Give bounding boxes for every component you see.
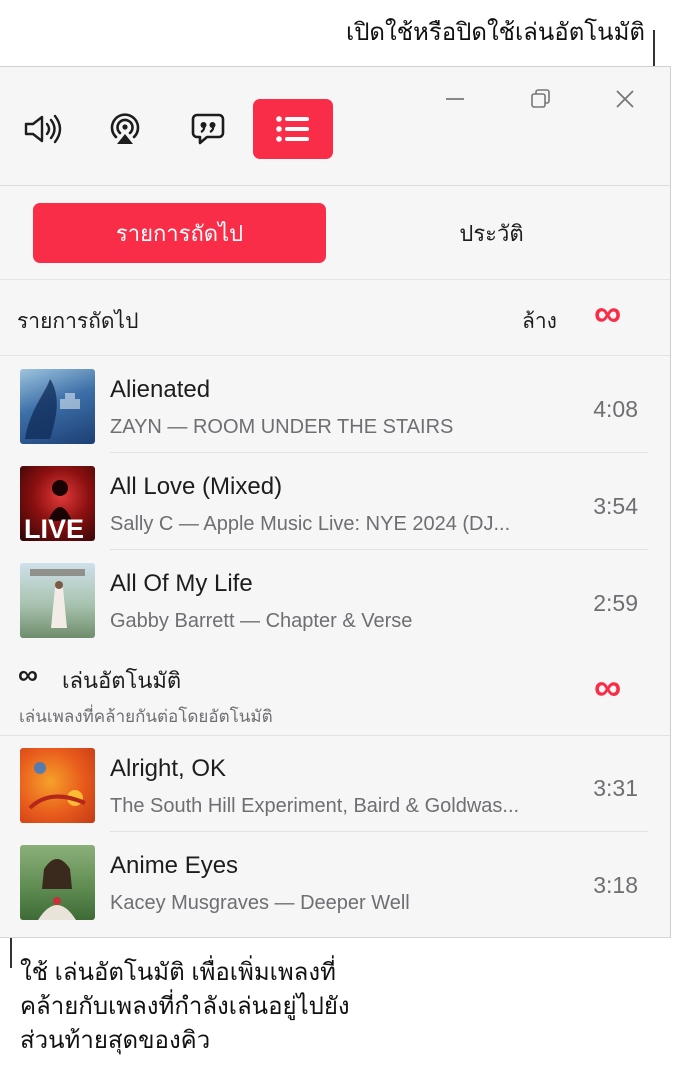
song-duration: 4:08 — [593, 396, 638, 422]
album-art-live-text: LIVE — [24, 514, 84, 541]
autoplay-section-header: ∞ เล่นอัตโนมัติ เล่นเพลงที่คล้ายกันต่อโด… — [0, 647, 670, 736]
song-subtitle: Gabby Barrett — Chapter & Verse — [110, 610, 413, 632]
song-subtitle: Kacey Musgraves — Deeper Well — [110, 892, 410, 914]
album-art — [20, 748, 95, 823]
callout-autoplay-explainer: ใช้ เล่นอัตโนมัติ เพื่อเพิ่มเพลงที่ คล้า… — [20, 956, 350, 1058]
autoplay-toggle-icon[interactable]: ∞ — [594, 295, 621, 333]
album-art — [20, 563, 95, 638]
close-icon — [616, 90, 634, 108]
minimize-icon — [446, 98, 464, 100]
song-title: Alienated — [110, 376, 211, 403]
speaker-volume-icon — [24, 114, 62, 144]
autoplay-title: เล่นอัตโนมัติ — [62, 668, 182, 693]
queue-song-row[interactable]: Alienated ZAYN — ROOM UNDER THE STAIRS 4… — [0, 356, 670, 453]
song-duration: 3:18 — [593, 872, 638, 898]
restore-button[interactable] — [526, 85, 554, 113]
volume-button[interactable] — [3, 99, 83, 159]
autoplay-description: เล่นเพลงที่คล้ายกันต่อโดยอัตโนมัติ — [19, 707, 273, 726]
album-art — [20, 845, 95, 920]
callout-line: ใช้ เล่นอัตโนมัติ เพื่อเพิ่มเพลงที่ — [20, 959, 336, 986]
queue-header: รายการถัดไป ล้าง ∞ — [0, 279, 670, 356]
minimize-button[interactable] — [441, 85, 469, 113]
song-duration: 3:54 — [593, 493, 638, 519]
callout-line: ส่วนท้ายสุดของคิว — [20, 1027, 211, 1054]
song-title: Anime Eyes — [110, 852, 239, 879]
song-duration: 2:59 — [593, 590, 638, 616]
queue-tabs: รายการถัดไป ประวัติ — [0, 185, 670, 280]
callout-line: คล้ายกับเพลงที่กำลังเล่นอยู่ไปยัง — [20, 993, 350, 1020]
autoplay-song-row[interactable]: Anime Eyes Kacey Musgraves — Deeper Well… — [0, 832, 670, 929]
song-duration: 3:31 — [593, 775, 638, 801]
playing-next-button[interactable] — [253, 99, 333, 159]
song-subtitle: Sally C — Apple Music Live: NYE 2024 (DJ… — [110, 513, 511, 535]
queue-song-row[interactable]: All Of My Life Gabby Barrett — Chapter &… — [0, 550, 670, 647]
queue-song-row[interactable]: LIVE All Love (Mixed) Sally C — Apple Mu… — [0, 453, 670, 550]
airplay-icon — [110, 113, 140, 144]
queue-title: รายการถัดไป — [17, 310, 139, 333]
autoplay-song-row[interactable]: Alright, OK The South Hill Experiment, B… — [0, 735, 670, 832]
airplay-button[interactable] — [85, 99, 165, 159]
song-subtitle: The South Hill Experiment, Baird & Goldw… — [110, 795, 520, 817]
song-title: All Of My Life — [110, 570, 253, 597]
song-subtitle: ZAYN — ROOM UNDER THE STAIRS — [110, 416, 454, 438]
album-art: LIVE — [20, 466, 95, 541]
callout-autoplay-toggle: เปิดใช้หรือปิดใช้เล่นอัตโนมัติ — [345, 19, 645, 46]
restore-icon — [531, 89, 550, 108]
clear-button[interactable]: ล้าง — [522, 305, 557, 338]
tab-history[interactable]: ประวัติ — [345, 203, 638, 263]
autoplay-icon: ∞ — [18, 659, 38, 690]
tab-up-next[interactable]: รายการถัดไป — [33, 203, 326, 263]
album-art — [20, 369, 95, 444]
song-title: Alright, OK — [110, 755, 227, 782]
playing-next-icon — [276, 116, 309, 142]
lyrics-button[interactable] — [168, 99, 248, 159]
close-button[interactable] — [611, 85, 639, 113]
playing-next-window: รายการถัดไป ประวัติ รายการถัดไป ล้าง ∞ A… — [0, 66, 671, 938]
song-title: All Love (Mixed) — [110, 473, 283, 500]
autoplay-active-icon[interactable]: ∞ — [594, 669, 621, 707]
lyrics-icon — [191, 113, 225, 145]
toolbar — [0, 67, 670, 186]
